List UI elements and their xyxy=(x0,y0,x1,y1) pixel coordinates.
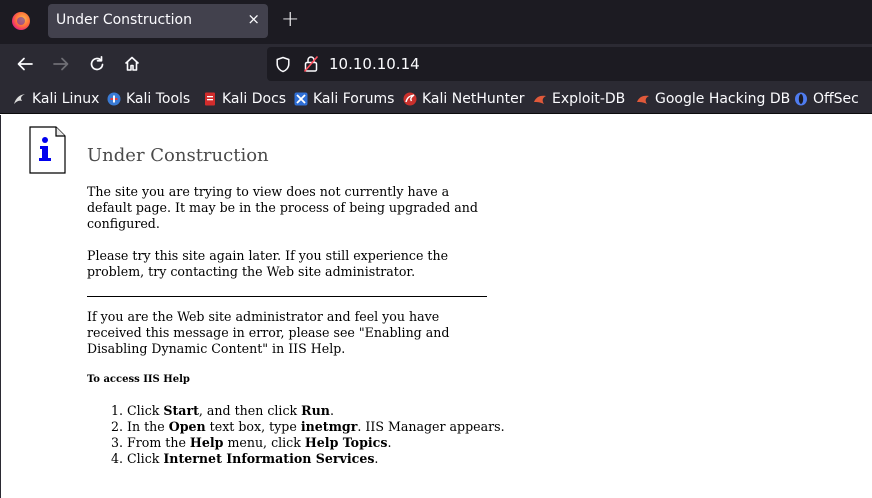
page-heading: Under Construction xyxy=(87,145,269,166)
tab-under-construction[interactable]: Under Construction × xyxy=(48,4,268,38)
tracking-protection-shield-icon[interactable] xyxy=(275,56,291,73)
bookmark-label: Kali Tools xyxy=(126,91,191,107)
bookmark-label: Exploit-DB xyxy=(552,91,626,107)
step-bold: Help Topics xyxy=(304,435,388,450)
list-item: Click Internet Information Services. xyxy=(127,451,487,467)
bookmark-kali-tools[interactable]: Kali Tools xyxy=(107,90,190,108)
forward-button[interactable] xyxy=(49,52,73,76)
home-icon xyxy=(124,56,140,71)
info-page-icon xyxy=(29,126,66,174)
navigation-toolbar: 10.10.10.14 xyxy=(0,44,872,84)
step-bold: Internet Information Services xyxy=(163,451,375,466)
url-bar[interactable]: 10.10.10.14 xyxy=(267,47,872,81)
step-bold: Run xyxy=(301,403,330,418)
url-text[interactable]: 10.10.10.14 xyxy=(329,55,420,73)
bookmark-kali-docs[interactable]: Kali Docs xyxy=(203,90,286,108)
home-button[interactable] xyxy=(120,52,144,76)
close-tab-icon[interactable]: × xyxy=(247,10,260,28)
reload-icon xyxy=(90,55,104,71)
bookmark-google-hacking-db[interactable]: Google Hacking DB xyxy=(636,90,790,108)
step-bold: Start xyxy=(163,403,199,418)
help-heading: To access IIS Help xyxy=(87,374,190,385)
back-button[interactable] xyxy=(13,52,37,76)
step-text: text box, type xyxy=(205,419,301,434)
reload-button[interactable] xyxy=(85,52,109,76)
exploit-db-icon xyxy=(534,95,546,104)
tab-strip: Under Construction × + xyxy=(0,0,872,44)
ghdb-icon xyxy=(637,95,649,104)
kali-tools-icon xyxy=(107,92,121,106)
kali-docs-icon xyxy=(205,92,215,106)
step-text: . xyxy=(374,451,379,466)
bookmark-kali-forums[interactable]: Kali Forums xyxy=(294,90,394,108)
list-item: From the Help menu, click Help Topics. xyxy=(127,435,487,451)
list-item: Click Start, and then click Run. xyxy=(127,403,487,419)
bookmark-label: OffSec xyxy=(813,91,859,107)
offsec-icon xyxy=(795,92,807,106)
step-bold: Help xyxy=(189,435,224,450)
step-text: . xyxy=(329,403,334,418)
bookmark-label: Kali NetHunter xyxy=(422,91,525,107)
step-text: In the xyxy=(127,419,169,434)
tab-title: Under Construction xyxy=(56,12,192,28)
back-arrow-icon xyxy=(17,57,33,71)
bookmark-label: Google Hacking DB xyxy=(655,91,791,107)
step-text: . IIS Manager appears. xyxy=(357,419,505,434)
help-steps-list: Click Start, and then click Run. In the … xyxy=(87,403,505,467)
insecure-lock-icon[interactable] xyxy=(303,55,319,73)
horizontal-rule xyxy=(87,296,487,297)
step-text: Click xyxy=(127,451,164,466)
main-content: Under Construction The site you are tryi… xyxy=(87,145,505,467)
step-bold: Open xyxy=(168,419,206,434)
forward-arrow-icon xyxy=(53,57,69,71)
step-text: . xyxy=(387,435,392,450)
bookmark-offsec[interactable]: OffSec xyxy=(794,90,859,108)
bookmarks-toolbar: Kali Linux Kali Tools Kali Docs Kali For… xyxy=(0,84,872,114)
step-bold: inetmgr xyxy=(300,419,358,434)
paragraph-try-again: Please try this site again later. If you… xyxy=(87,248,449,279)
step-text: Click xyxy=(127,403,164,418)
kali-nethunter-icon xyxy=(403,92,417,106)
bookmark-kali-linux[interactable]: Kali Linux xyxy=(13,90,99,108)
bookmark-exploit-db[interactable]: Exploit-DB xyxy=(533,90,625,108)
step-text: From the xyxy=(127,435,190,450)
step-text: menu, click xyxy=(223,435,305,450)
list-item: In the Open text box, type inetmgr. IIS … xyxy=(127,419,505,435)
kali-dragon-icon xyxy=(14,94,25,104)
bookmark-label: Kali Linux xyxy=(32,91,100,107)
new-tab-button[interactable]: + xyxy=(281,8,299,32)
step-text: , and then click xyxy=(198,403,302,418)
bookmark-kali-nethunter[interactable]: Kali NetHunter xyxy=(403,90,524,108)
page-viewport: Under Construction The site you are tryi… xyxy=(0,115,872,498)
bookmark-label: Kali Forums xyxy=(313,91,395,107)
firefox-icon[interactable] xyxy=(12,12,30,30)
paragraph-admin-note: If you are the Web site administrator an… xyxy=(87,309,450,356)
bookmark-label: Kali Docs xyxy=(222,91,287,107)
kali-forums-icon xyxy=(294,92,308,106)
paragraph-no-default-page: The site you are trying to view does not… xyxy=(87,184,478,231)
